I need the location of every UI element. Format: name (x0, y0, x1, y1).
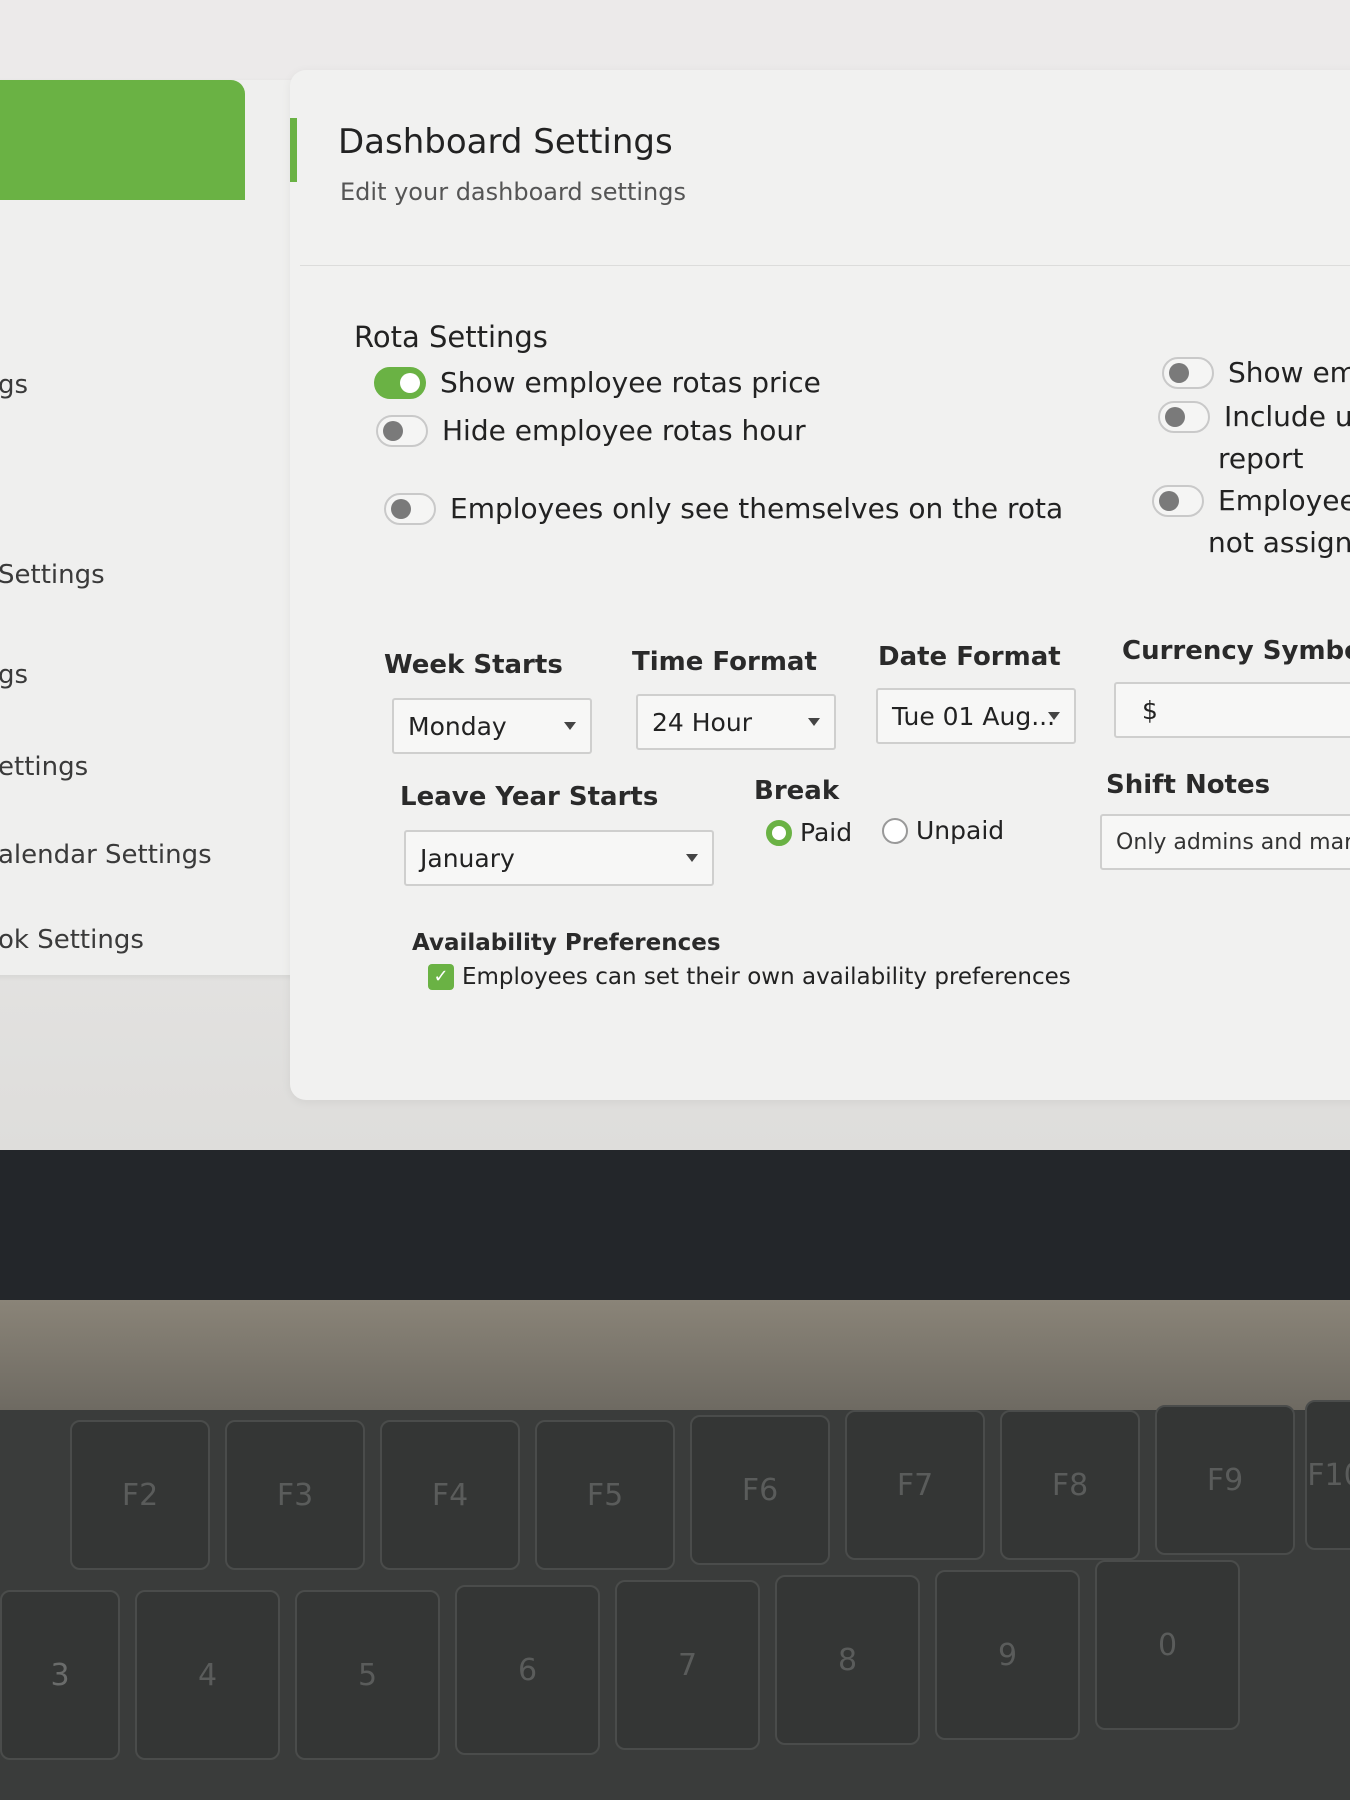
toggle-label: Employees c (1218, 484, 1350, 517)
sidebar-item-4[interactable]: ettings (0, 752, 88, 782)
leave-year-starts-select[interactable]: January (404, 830, 714, 886)
key-6: 6 (455, 1585, 600, 1755)
app-screen: gs Settings gs ettings alendar Settings … (0, 0, 1350, 1150)
sidebar-item-1[interactable]: gs (0, 370, 28, 400)
see-themselves-toggle[interactable] (384, 492, 436, 525)
toggle-label: Show emp (1228, 356, 1350, 389)
week-starts-select[interactable]: Monday (392, 698, 592, 754)
availability-checkbox-row: ✓ Employees can set their own availabili… (428, 964, 1071, 990)
key-7: 7 (615, 1580, 760, 1750)
toggle-label: Include unp (1224, 400, 1350, 433)
include-unp-toggle[interactable] (1158, 400, 1210, 433)
toggle-knob (391, 498, 411, 519)
key-f10: F10 (1305, 1400, 1350, 1550)
availability-title: Availability Preferences (412, 930, 721, 956)
date-format-label: Date Format (878, 642, 1061, 672)
time-format-label: Time Format (632, 647, 817, 677)
sidebar-item-3[interactable]: gs (0, 660, 28, 690)
header-accent-bar (290, 118, 297, 182)
chevron-down-icon (808, 718, 820, 726)
chevron-down-icon (1048, 712, 1060, 720)
select-value: Only admins and mar (1116, 829, 1350, 855)
toggle-row-include-unp: Include unp (1158, 400, 1350, 433)
show-emp-toggle[interactable] (1162, 356, 1214, 389)
time-format-select[interactable]: 24 Hour (636, 694, 836, 750)
key-f9: F9 (1155, 1405, 1295, 1555)
employees-toggle[interactable] (1152, 484, 1204, 517)
key-8: 8 (775, 1575, 920, 1745)
keyboard: F2 F3 F4 F5 F6 F7 F8 F9 F10 3 4 5 6 7 8 … (0, 1400, 1350, 1800)
toggle-row-show-emp: Show emp (1162, 356, 1350, 389)
sidebar-item-5[interactable]: alendar Settings (0, 840, 212, 870)
shift-notes-select[interactable]: Only admins and mar (1100, 814, 1350, 870)
dashboard-settings-card: Dashboard Settings Edit your dashboard s… (290, 70, 1350, 1100)
key-f7: F7 (845, 1410, 985, 1560)
select-value: Tue 01 Aug... (892, 701, 1056, 731)
break-paid-radio[interactable]: Paid (766, 818, 852, 847)
key-f5: F5 (535, 1420, 675, 1570)
toggle-label-continuation: report (1218, 442, 1304, 475)
radio-selected-icon (766, 819, 792, 846)
sidebar-item-2[interactable]: Settings (0, 560, 105, 590)
settings-sidebar: gs Settings gs ettings alendar Settings … (0, 80, 330, 975)
break-label: Break (754, 776, 840, 806)
checkbox-label: Employees can set their own availability… (462, 964, 1071, 990)
toggle-row-hide-hour: Hide employee rotas hour (376, 414, 806, 447)
currency-symbol-input[interactable]: $ (1114, 682, 1350, 738)
key-f3: F3 (225, 1420, 365, 1570)
select-value: January (420, 843, 515, 873)
toggle-knob (383, 420, 403, 441)
key-4: 4 (135, 1590, 280, 1760)
sidebar-item-6[interactable]: ok Settings (0, 925, 144, 955)
toggle-label: Hide employee rotas hour (442, 414, 806, 447)
chevron-down-icon (686, 854, 698, 862)
toggle-row-show-price: Show employee rotas price (374, 366, 821, 399)
header-divider (300, 265, 1350, 266)
input-value: $ (1142, 695, 1158, 725)
shift-notes-label: Shift Notes (1106, 770, 1271, 800)
leave-year-starts-label: Leave Year Starts (400, 782, 659, 812)
week-starts-label: Week Starts (384, 650, 563, 680)
chevron-down-icon (564, 722, 576, 730)
toggle-row-employees: Employees c (1152, 484, 1350, 517)
select-value: Monday (408, 711, 507, 741)
sidebar-item-active[interactable] (0, 80, 245, 200)
laptop-chassis (0, 1300, 1350, 1410)
radio-unselected-icon (882, 817, 908, 844)
radio-label: Paid (800, 818, 853, 847)
key-f2: F2 (70, 1420, 210, 1570)
date-format-select[interactable]: Tue 01 Aug... (876, 688, 1076, 744)
show-rotas-price-toggle[interactable] (374, 366, 426, 399)
currency-symbol-label: Currency Symbol (1122, 636, 1350, 666)
key-f6: F6 (690, 1415, 830, 1565)
key-f8: F8 (1000, 1410, 1140, 1560)
key-3: 3 (0, 1590, 120, 1760)
rota-settings-title: Rota Settings (354, 320, 548, 354)
page-subtitle: Edit your dashboard settings (340, 178, 686, 206)
toggle-label: Employees only see themselves on the rot… (450, 492, 1064, 525)
toggle-label: Show employee rotas price (440, 366, 821, 399)
toggle-knob (1169, 362, 1189, 383)
toggle-knob (1165, 406, 1185, 427)
select-value: 24 Hour (652, 707, 752, 737)
toggle-row-see-themselves: Employees only see themselves on the rot… (384, 492, 1063, 525)
laptop-bezel (0, 1150, 1350, 1300)
break-unpaid-radio[interactable]: Unpaid (882, 816, 1004, 845)
radio-label: Unpaid (916, 816, 1005, 845)
key-9: 9 (935, 1570, 1080, 1740)
toggle-knob (400, 372, 420, 393)
page-title: Dashboard Settings (338, 122, 673, 162)
key-f4: F4 (380, 1420, 520, 1570)
toggle-knob (1159, 490, 1179, 511)
checkbox-checked-icon[interactable]: ✓ (428, 964, 454, 990)
hide-rotas-hour-toggle[interactable] (376, 414, 428, 447)
toggle-label-continuation: not assigned (1208, 526, 1350, 559)
key-5: 5 (295, 1590, 440, 1760)
key-0: 0 (1095, 1560, 1240, 1730)
